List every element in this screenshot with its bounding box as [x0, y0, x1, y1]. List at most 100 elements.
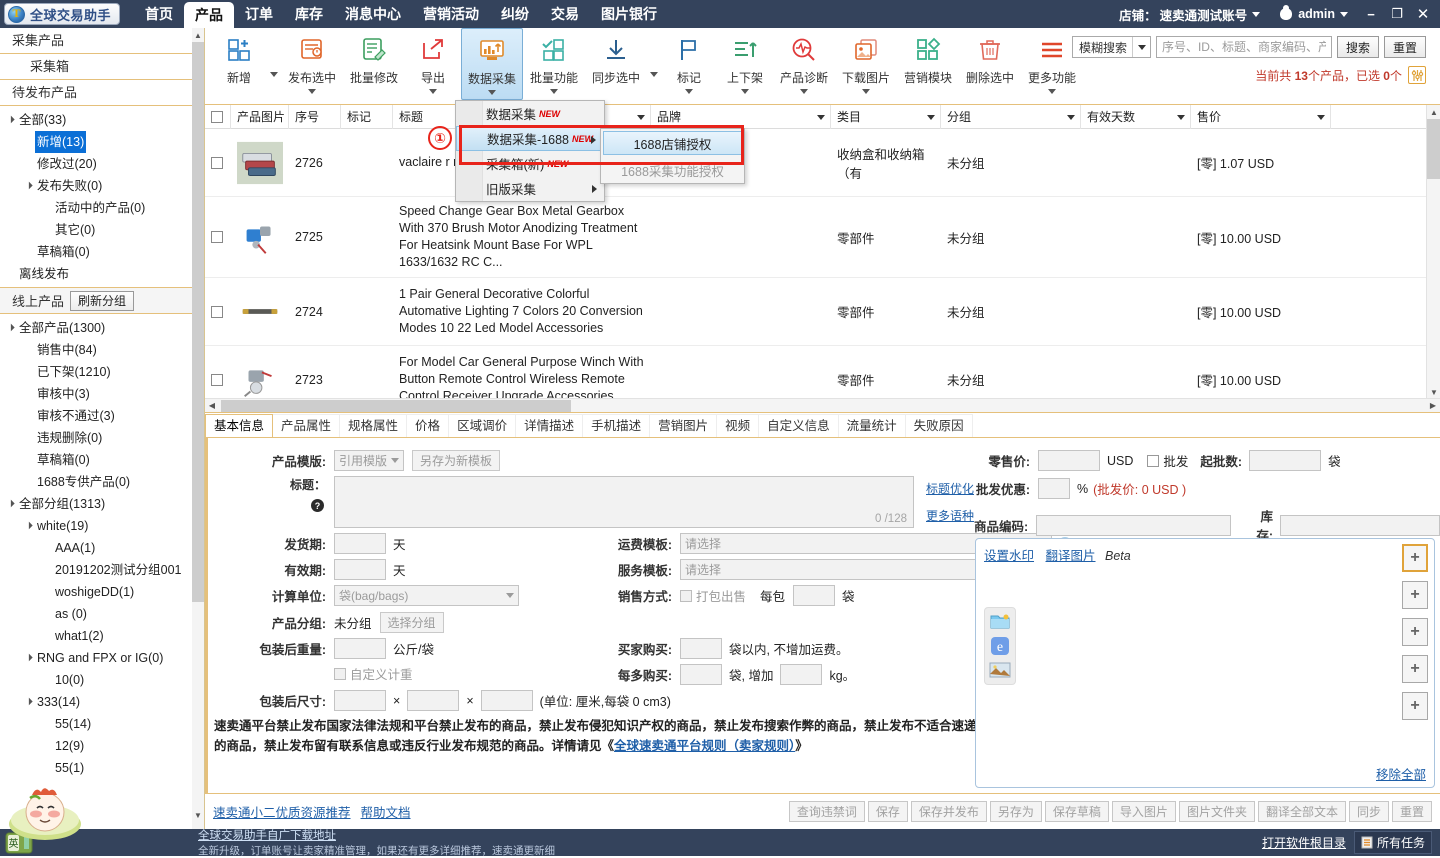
pending-node-1[interactable]: 新增(13) [0, 131, 204, 153]
tab-失败原因[interactable]: 失败原因 [904, 414, 973, 437]
chevron-down-icon[interactable] [685, 89, 693, 94]
toolbar-button-下载图片[interactable]: 下载图片 [835, 28, 897, 102]
close-button[interactable]: ✕ [1410, 5, 1436, 23]
online-node-16[interactable]: 10(0) [0, 669, 204, 691]
chevron-down-icon[interactable] [550, 89, 558, 94]
search-mode-select[interactable]: 模糊搜索 [1071, 36, 1151, 58]
tab-视频[interactable]: 视频 [716, 414, 760, 437]
stock-input[interactable] [1280, 514, 1440, 536]
maximize-button[interactable]: ❐ [1384, 6, 1410, 22]
action-button-导入图片[interactable]: 导入图片 [1111, 801, 1176, 822]
tab-详情描述[interactable]: 详情描述 [515, 414, 584, 437]
nav-item-4[interactable]: 消息中心 [334, 0, 412, 28]
row-checkbox[interactable] [205, 227, 231, 247]
nav-item-3[interactable]: 库存 [284, 0, 334, 28]
table-header-标记[interactable]: 标记 [341, 105, 393, 129]
refresh-group-button[interactable]: 刷新分组 [70, 290, 135, 311]
chevron-down-icon[interactable] [308, 89, 316, 94]
pending-node-6[interactable]: 草稿箱(0) [0, 241, 204, 263]
table-row[interactable]: 2724 1 Pair General Decorative Colorful A… [205, 278, 1440, 346]
nav-item-8[interactable]: 图片银行 [590, 0, 668, 28]
tab-营销图片[interactable]: 营销图片 [649, 414, 718, 437]
nav-item-5[interactable]: 营销活动 [412, 0, 490, 28]
tab-产品属性[interactable]: 产品属性 [272, 414, 341, 437]
marquee-title[interactable]: 全球交易助手自广下载地址 [198, 830, 336, 842]
toolbar-button-删除选中[interactable]: 删除选中 [959, 28, 1021, 102]
wholesale-discount-input[interactable] [1038, 478, 1070, 499]
platform-rules-link[interactable]: 全球速卖通平台规则（卖家规则） [614, 739, 795, 753]
pending-node-7[interactable]: 离线发布 [0, 263, 204, 285]
scrollbar-thumb[interactable] [1427, 119, 1440, 179]
all-tasks-button[interactable]: 所有任务 [1353, 831, 1432, 854]
sidebar-item-collect-box[interactable]: 采集箱 [0, 54, 204, 80]
toolbar-dropdown-caret[interactable] [267, 28, 281, 102]
toolbar-button-产品诊断[interactable]: 产品诊断 [773, 28, 835, 102]
table-row[interactable]: 2726 vaclaire r r ind... 收纳盒和收纳箱（有 未分组 [零] 1… [205, 129, 1440, 197]
title-input[interactable]: 0 /128 [334, 476, 914, 528]
pending-node-3[interactable]: ◢ 发布失败(0) [0, 175, 204, 197]
online-node-5[interactable]: 违规删除(0) [0, 427, 204, 449]
row-checkbox[interactable] [205, 302, 231, 322]
chevron-down-icon[interactable] [862, 89, 870, 94]
online-node-6[interactable]: 草稿箱(0) [0, 449, 204, 471]
help-doc-link[interactable]: 帮助文档 [361, 802, 411, 821]
remove-all-images-link[interactable]: 移除全部 [1376, 764, 1426, 783]
scroll-up-icon[interactable]: ▲ [192, 28, 204, 42]
table-header-产品图片[interactable]: 产品图片 [231, 105, 289, 129]
chevron-down-icon[interactable] [1317, 114, 1325, 120]
buyer-more-kg-input[interactable] [780, 664, 823, 685]
row-checkbox[interactable] [205, 370, 231, 390]
toolbar-button-发布选中[interactable]: 发布选中 [281, 28, 343, 102]
online-node-13[interactable]: as (0) [0, 603, 204, 625]
chevron-down-icon[interactable] [741, 89, 749, 94]
chevron-down-icon[interactable] [429, 89, 437, 94]
custom-weigh-checkbox[interactable]: 自定义计重 [334, 664, 413, 683]
toolbar-button-导出[interactable]: 导出 [405, 28, 461, 102]
online-node-12[interactable]: woshigeDD(1) [0, 581, 204, 603]
nav-item-0[interactable]: 首页 [134, 0, 184, 28]
action-button-保存草稿[interactable]: 保存草稿 [1044, 801, 1109, 822]
pending-node-0[interactable]: ◢ 全部(33) [0, 109, 204, 131]
action-button-另存为[interactable]: 另存为 [989, 801, 1042, 822]
folder-icon[interactable] [989, 611, 1011, 634]
online-node-10[interactable]: AAA(1) [0, 537, 204, 559]
chevron-down-icon[interactable] [1048, 89, 1056, 94]
sku-code-input[interactable] [1036, 514, 1231, 536]
wholesale-checkbox[interactable]: 批发 [1147, 451, 1188, 470]
action-button-查询违禁词[interactable]: 查询违禁词 [788, 801, 865, 822]
toolbar-button-批量修改[interactable]: 批量修改 [343, 28, 405, 102]
action-button-翻译全部文本[interactable]: 翻译全部文本 [1257, 801, 1346, 822]
sidebar-scrollbar[interactable]: ▲ ▼ [192, 28, 204, 856]
table-row[interactable]: 2725 Speed Change Gear Box Metal Gearbox … [205, 197, 1440, 278]
toolbar-button-营销模块[interactable]: 营销模块 [897, 28, 959, 102]
scroll-down-icon[interactable]: ▼ [1427, 385, 1440, 399]
online-node-1[interactable]: 销售中(84) [0, 339, 204, 361]
nav-item-7[interactable]: 交易 [540, 0, 590, 28]
scroll-left-icon[interactable]: ◀ [205, 401, 219, 410]
valid-period-input[interactable] [334, 559, 386, 580]
user-menu[interactable]: admin [1270, 7, 1358, 21]
scroll-up-icon[interactable]: ▲ [1427, 105, 1440, 119]
tab-流量统计[interactable]: 流量统计 [837, 414, 906, 437]
add-image-button-5[interactable]: + [1402, 692, 1428, 720]
toolbar-button-新增[interactable]: 新增 [211, 28, 267, 102]
menu-item-3[interactable]: 旧版采集 [456, 176, 604, 201]
search-button[interactable]: 搜索 [1336, 36, 1379, 58]
table-header-类目[interactable]: 类目 [831, 105, 941, 129]
package-size-x-input[interactable] [334, 690, 386, 711]
pending-node-2[interactable]: 修改过(20) [0, 153, 204, 175]
column-filter-icon[interactable] [1408, 66, 1426, 84]
scrollbar-thumb[interactable] [221, 399, 571, 412]
online-node-0[interactable]: ◢ 全部产品(1300) [0, 317, 204, 339]
online-node-18[interactable]: 55(14) [0, 713, 204, 735]
toolbar-button-批量功能[interactable]: 批量功能 [523, 28, 585, 102]
nav-item-1[interactable]: 产品 [184, 2, 235, 28]
package-weight-input[interactable] [334, 638, 386, 659]
select-group-button[interactable]: 选择分组 [379, 612, 444, 633]
toolbar-button-数据采集[interactable]: 数据采集 [461, 28, 523, 100]
chevron-down-icon[interactable] [927, 114, 935, 120]
retail-price-input[interactable] [1038, 450, 1100, 471]
add-image-button-1[interactable]: + [1402, 544, 1428, 572]
action-button-重置[interactable]: 重置 [1391, 801, 1432, 822]
select-all-checkbox[interactable] [205, 105, 231, 129]
